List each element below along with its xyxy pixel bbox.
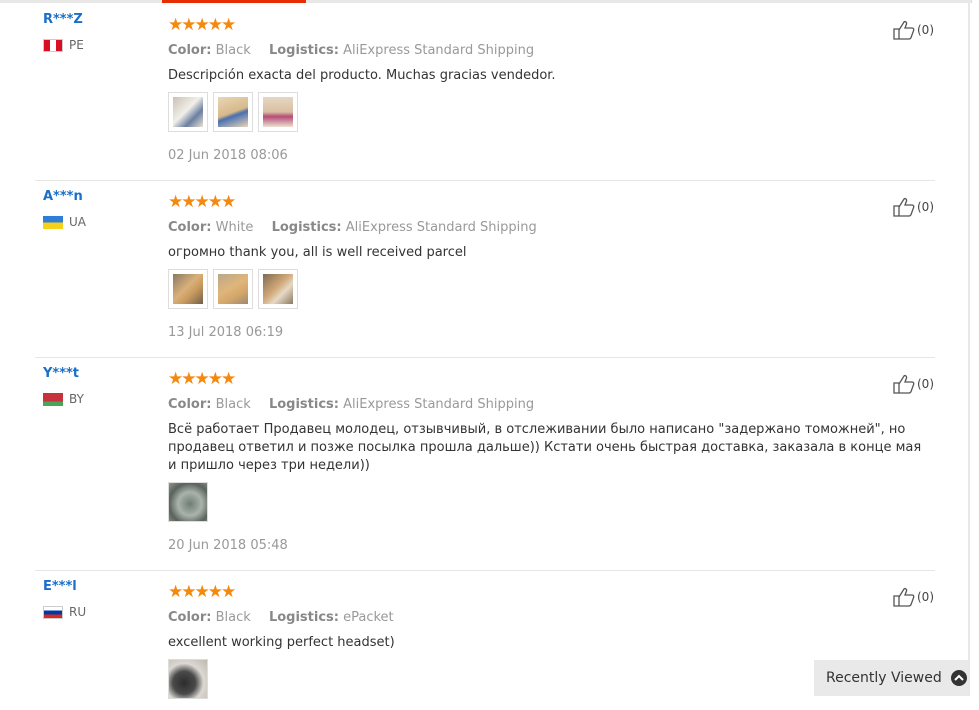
reviewer-country: BY — [43, 392, 84, 406]
color-label: Color: — [168, 43, 212, 58]
review-photo[interactable] — [168, 659, 208, 699]
review-photo[interactable] — [213, 92, 253, 132]
logistics-label: Logistics: — [271, 220, 342, 235]
color-label: Color: — [168, 610, 212, 625]
review-photo[interactable] — [258, 269, 298, 309]
logistics-label: Logistics: — [268, 397, 339, 412]
logistics-value: ePacket — [343, 610, 394, 625]
helpful-button[interactable]: (0) — [893, 587, 934, 607]
thumbs-up-icon — [893, 587, 915, 607]
logistics-value: AliExpress Standard Shipping — [343, 397, 535, 412]
logistics-label: Logistics: — [268, 43, 339, 58]
thumbs-up-icon — [893, 197, 915, 217]
reviewer-country: UA — [43, 215, 86, 229]
reviewer-info: E***l RU — [43, 579, 86, 619]
review-photos — [168, 659, 208, 699]
review-attributes: Color: Black Logistics: AliExpress Stand… — [168, 43, 548, 58]
review-text: огромно thank you, all is well received … — [168, 245, 467, 260]
right-divider — [968, 0, 970, 696]
helpful-count: (0) — [917, 200, 934, 214]
review-photo[interactable] — [168, 92, 208, 132]
reviewer-info: R***Z PE — [43, 12, 84, 52]
thumbs-up-icon — [893, 374, 915, 394]
reviewer-name: R***Z — [43, 12, 83, 27]
review-date: 13 Jul 2018 06:19 — [168, 325, 284, 340]
country-code: UA — [69, 215, 86, 229]
reviewer-country: RU — [43, 605, 86, 619]
review-date: 02 Jun 2018 08:06 — [168, 148, 288, 163]
review-item: Y***t BY ★★★★★ Color: Black Logistics: A… — [35, 357, 935, 571]
review-text: excellent working perfect headset) — [168, 635, 395, 650]
review-item: A***n UA ★★★★★ Color: White Logistics: A… — [35, 180, 935, 358]
review-photo[interactable] — [168, 269, 208, 309]
helpful-button[interactable]: (0) — [893, 374, 934, 394]
color-value: White — [215, 220, 254, 235]
recently-viewed-label: Recently Viewed — [826, 670, 942, 686]
logistics-value: AliExpress Standard Shipping — [345, 220, 537, 235]
color-label: Color: — [168, 397, 212, 412]
recently-viewed-button[interactable]: Recently Viewed — [814, 660, 968, 696]
reviewer-info: A***n UA — [43, 189, 86, 229]
star-rating: ★★★★★ — [168, 192, 236, 212]
review-photos — [168, 92, 298, 132]
country-code: PE — [69, 38, 84, 52]
flag-by-icon — [43, 392, 63, 406]
flag-ua-icon — [43, 215, 63, 229]
review-attributes: Color: Black Logistics: AliExpress Stand… — [168, 397, 548, 412]
review-item: R***Z PE ★★★★★ Color: Black Logistics: A… — [35, 3, 935, 181]
star-rating: ★★★★★ — [168, 15, 236, 35]
reviewer-country: PE — [43, 38, 84, 52]
chevron-up-icon — [950, 670, 967, 686]
helpful-count: (0) — [917, 23, 934, 37]
star-rating: ★★★★★ — [168, 582, 236, 602]
helpful-count: (0) — [917, 590, 934, 604]
country-code: BY — [69, 392, 84, 406]
review-item: E***l RU ★★★★★ Color: Black Logistics: e… — [35, 570, 935, 710]
review-attributes: Color: Black Logistics: ePacket — [168, 610, 408, 625]
star-rating: ★★★★★ — [168, 369, 236, 389]
review-text: Всё работает Продавец молодец, отзывчивы… — [168, 422, 922, 473]
helpful-count: (0) — [917, 377, 934, 391]
color-label: Color: — [168, 220, 212, 235]
logistics-value: AliExpress Standard Shipping — [343, 43, 535, 58]
helpful-button[interactable]: (0) — [893, 197, 934, 217]
reviewer-name: E***l — [43, 579, 77, 594]
review-photos — [168, 482, 208, 522]
reviewer-info: Y***t BY — [43, 366, 84, 406]
color-value: Black — [215, 610, 251, 625]
review-text: Descripción exacta del producto. Muchas … — [168, 68, 556, 83]
flag-ru-icon — [43, 605, 63, 619]
helpful-button[interactable]: (0) — [893, 20, 934, 40]
color-value: Black — [215, 397, 251, 412]
reviewer-name: Y***t — [43, 366, 80, 381]
reviewer-name: A***n — [43, 189, 83, 204]
logistics-label: Logistics: — [268, 610, 339, 625]
color-value: Black — [215, 43, 251, 58]
country-code: RU — [69, 605, 87, 619]
flag-pe-icon — [43, 38, 63, 52]
review-photos — [168, 269, 298, 309]
review-photo[interactable] — [168, 482, 208, 522]
review-date: 20 Jun 2018 05:48 — [168, 538, 288, 553]
review-photo[interactable] — [213, 269, 253, 309]
review-attributes: Color: White Logistics: AliExpress Stand… — [168, 220, 551, 235]
review-photo[interactable] — [258, 92, 298, 132]
thumbs-up-icon — [893, 20, 915, 40]
